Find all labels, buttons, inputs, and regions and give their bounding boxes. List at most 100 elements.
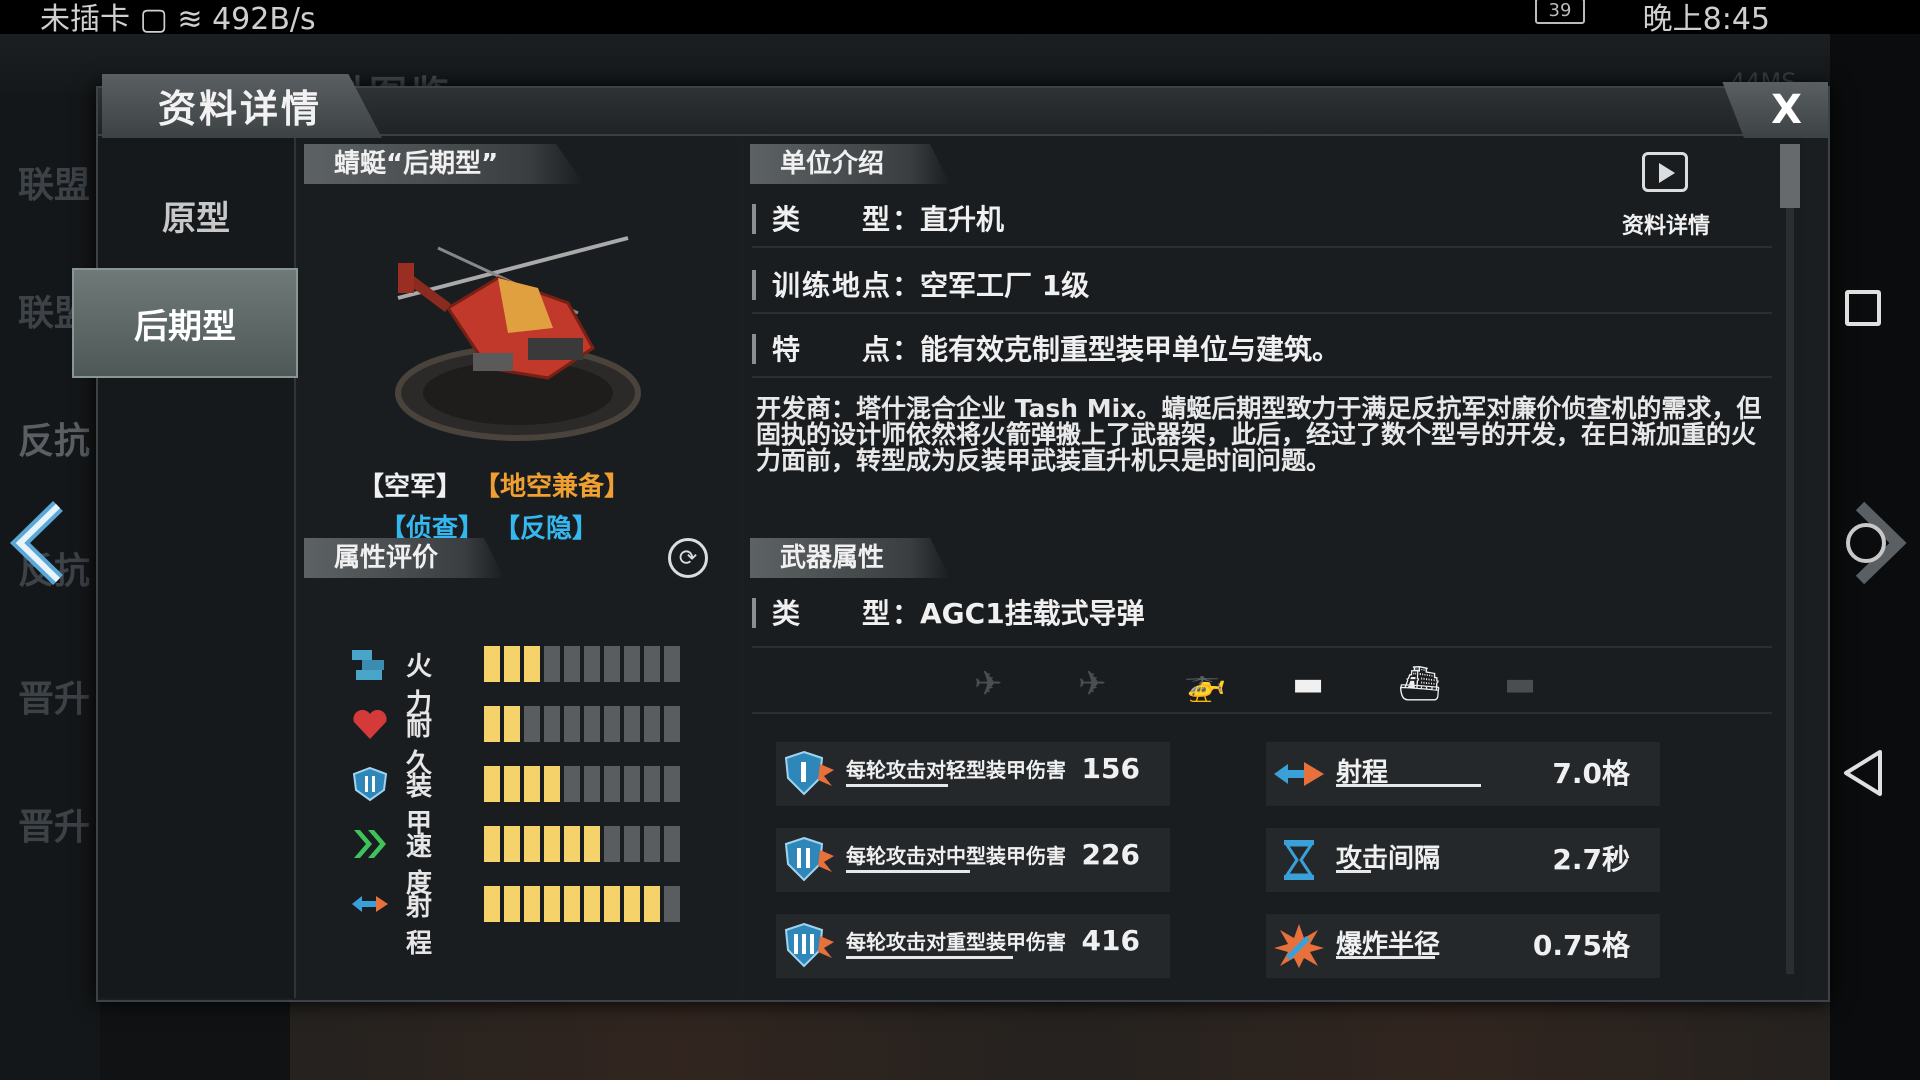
shield-one-icon: [784, 750, 834, 796]
stat-bar: [484, 886, 680, 922]
recent-apps-icon[interactable]: [1845, 290, 1881, 326]
close-button[interactable]: X: [1722, 82, 1828, 138]
stat-bar-segment: [524, 826, 540, 862]
stat-bar-segment: [564, 886, 580, 922]
stat-bar-segment: [484, 886, 500, 922]
stat-bar-segment: [564, 766, 580, 802]
background-unit-strip: [290, 1000, 1830, 1080]
explosion-icon: [1274, 924, 1324, 968]
stat-bar-segment: [644, 826, 660, 862]
unit-summary-panel: 蜻蜓“后期型” 【空军】 【地空兼备】 【侦查】 【反隐】 属性评价 ⟳ 火力: [298, 138, 738, 998]
stat-bar-segment: [604, 646, 620, 682]
stat-bar-segment: [584, 886, 600, 922]
background-faction-item: 反抗: [18, 421, 91, 462]
shield-three-icon: [784, 922, 834, 968]
stat-bar-segment: [544, 706, 560, 742]
stat-bar-segment: [524, 766, 540, 802]
unit-tag: 【地空兼备】: [474, 472, 631, 502]
stat-bar-segment: [664, 706, 680, 742]
stat-bar-segment: [544, 646, 560, 682]
background-faction-item: 联盟: [18, 165, 91, 206]
shield-two-icon: [784, 836, 834, 882]
property-bar: [1336, 870, 1371, 873]
damage-row-medium: 每轮攻击对中型装甲伤害 226: [776, 828, 1170, 892]
previous-arrow-icon[interactable]: [6, 498, 76, 588]
stat-bar-segment: [544, 826, 560, 862]
stat-bar-segment: [644, 886, 660, 922]
stat-bar-segment: [524, 706, 540, 742]
stat-bar-segment: [644, 766, 660, 802]
battery-indicator: 39: [1535, 0, 1585, 24]
dialog-title: 资料详情: [158, 87, 323, 131]
rotate-view-icon[interactable]: ⟳: [668, 538, 708, 578]
stat-bar-segment: [644, 706, 660, 742]
damage-row-heavy: 每轮攻击对重型装甲伤害 416: [776, 914, 1170, 978]
range-arrow-icon: [1274, 762, 1324, 786]
bomber-icon: ✈: [1078, 664, 1107, 704]
range-arrow-icon: [352, 896, 388, 912]
property-bar: [1336, 956, 1435, 959]
unit-detail-dialog: 资料详情 X 原型 后期型 蜻蜓“后期型” 【空军】 【地空兼备】 【侦查】 【…: [72, 74, 1830, 1002]
stat-bar-segment: [584, 826, 600, 862]
helicopter-icon: 🚁: [1184, 664, 1227, 704]
stat-bar-segment: [484, 826, 500, 862]
variant-tab-prototype[interactable]: 原型: [98, 160, 294, 270]
status-bar: 未插卡 ▢ ≋ 492B/s 39 晚上8:45: [0, 0, 1920, 37]
variant-tab-late[interactable]: 后期型: [72, 268, 298, 378]
stat-bar: [484, 706, 680, 742]
stat-bar-segment: [604, 886, 620, 922]
damage-row-light: 每轮攻击对轻型装甲伤害 156: [776, 742, 1170, 806]
heart-icon: [353, 709, 387, 739]
stat-bar-segment: [584, 646, 600, 682]
dialog-header: 资料详情 X: [98, 74, 1828, 138]
next-arrow-icon[interactable]: [1836, 498, 1912, 588]
weapon-header: 武器属性: [750, 538, 950, 578]
damage-bar: [846, 870, 970, 873]
divider: [752, 712, 1772, 714]
stat-bar-segment: [484, 706, 500, 742]
shield-icon: [352, 766, 388, 802]
scrollbar[interactable]: [1780, 144, 1800, 974]
stat-bar-segment: [504, 646, 520, 682]
stat-bar-segment: [484, 766, 500, 802]
damage-bar: [846, 956, 1013, 959]
stat-bar-segment: [664, 766, 680, 802]
background-faction-item: 晋升: [18, 807, 91, 848]
stat-bar: [484, 646, 680, 682]
unit-tag: 【反隐】: [494, 514, 599, 544]
stat-bar-segment: [564, 646, 580, 682]
ship-icon: ⛴: [1398, 664, 1442, 704]
speed-chevron-icon: [354, 830, 386, 858]
stat-bar-segment: [604, 826, 620, 862]
stat-bar-segment: [624, 766, 640, 802]
helicopter-unit-image: [395, 236, 641, 441]
unit-info-panel: 单位介绍 资料详情 类 型： 直升机 训练地点： 空军工厂 1级 特 点： 能有…: [744, 138, 1804, 998]
stat-bar-segment: [564, 706, 580, 742]
stat-bar-segment: [664, 646, 680, 682]
scroll-thumb[interactable]: [1780, 144, 1800, 208]
stat-bar-segment: [664, 886, 680, 922]
stat-bar-segment: [504, 766, 520, 802]
intro-row-type: 类 型： 直升机: [752, 190, 1772, 248]
stat-bar-segment: [624, 886, 640, 922]
stat-bar-segment: [504, 706, 520, 742]
stat-bar-segment: [624, 706, 640, 742]
intro-header: 单位介绍: [750, 144, 950, 184]
stat-bar-segment: [484, 646, 500, 682]
property-bar: [1336, 784, 1481, 787]
stat-bar-segment: [504, 886, 520, 922]
stat-bar-segment: [524, 646, 540, 682]
stat-bar-segment: [644, 646, 660, 682]
attack-interval-row: 攻击间隔 2.7秒: [1266, 828, 1660, 892]
fighter-jet-icon: ✈: [974, 664, 1003, 704]
stat-bar-segment: [624, 826, 640, 862]
clock: 晚上8:45: [1642, 2, 1770, 37]
stat-bar: [484, 826, 680, 862]
stat-bar: [484, 766, 680, 802]
firepower-icon: [352, 650, 384, 680]
intro-row-training: 训练地点： 空军工厂 1级: [752, 256, 1772, 314]
unit-name-header: 蜻蜓“后期型”: [304, 144, 584, 184]
variant-sidebar: 原型 后期型: [72, 138, 298, 998]
carrier-and-speed: 未插卡 ▢ ≋ 492B/s: [40, 2, 316, 37]
back-icon[interactable]: [1840, 748, 1888, 798]
